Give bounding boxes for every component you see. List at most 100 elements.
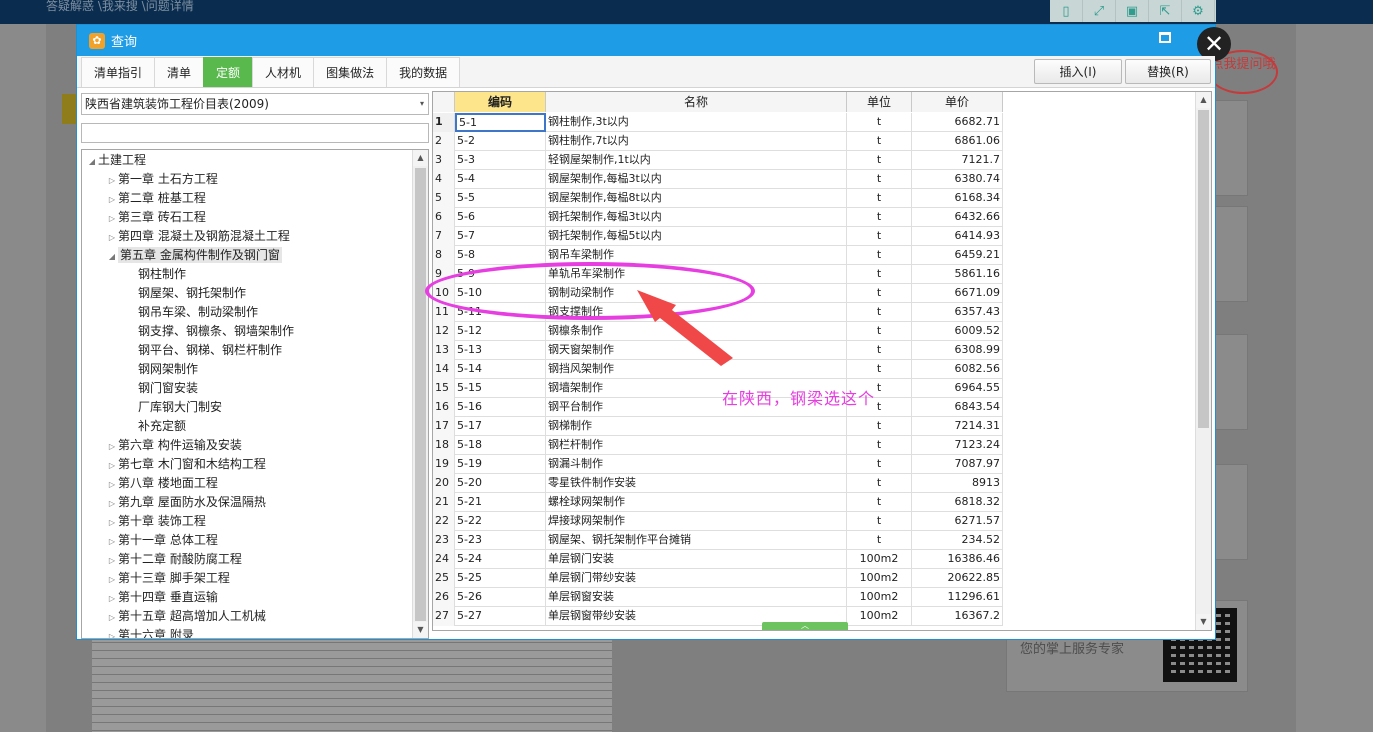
table-row[interactable]: 27 5-27 单层钢窗带纱安装 100m2 16367.2 — [433, 607, 1003, 626]
cell-price[interactable]: 11296.61 — [912, 588, 1003, 607]
table-row[interactable]: 12 5-12 钢檩条制作 t 6009.52 — [433, 322, 1003, 341]
collapsed-arrow-icon[interactable]: ▷ — [106, 475, 118, 494]
tree-item[interactable]: ▷ 第十五章 超高增加人工机械 — [106, 607, 266, 626]
cell-code[interactable]: 5-4 — [455, 170, 546, 189]
tree-item[interactable]: ▷ 第十一章 总体工程 — [106, 531, 218, 550]
tab-3[interactable]: 定额 — [203, 57, 254, 87]
header-name[interactable]: 名称 — [546, 92, 847, 112]
tree-item[interactable]: 钢柱制作 — [126, 265, 186, 284]
cell-code[interactable]: 5-23 — [455, 531, 546, 550]
cell-unit[interactable]: t — [847, 189, 912, 208]
cell-price[interactable]: 6271.57 — [912, 512, 1003, 531]
cell-price[interactable]: 6414.93 — [912, 227, 1003, 246]
cell-code[interactable]: 5-19 — [455, 455, 546, 474]
maximize-icon[interactable] — [1159, 32, 1171, 43]
cell-name[interactable]: 钢栏杆制作 — [546, 436, 847, 455]
cell-unit[interactable]: t — [847, 132, 912, 151]
cell-unit[interactable]: t — [847, 265, 912, 284]
cell-name[interactable]: 钢托架制作,每榀5t以内 — [546, 227, 847, 246]
table-row[interactable]: 14 5-14 钢挡风架制作 t 6082.56 — [433, 360, 1003, 379]
cell-code[interactable]: 5-7 — [455, 227, 546, 246]
insert-button[interactable]: 插入(I) — [1034, 59, 1122, 84]
table-row[interactable]: 1 5-1 钢柱制作,3t以内 t 6682.71 — [433, 113, 1003, 132]
table-row[interactable]: 15 5-15 钢墙架制作 t 6964.55 — [433, 379, 1003, 398]
cell-code[interactable]: 5-3 — [455, 151, 546, 170]
collapsed-arrow-icon[interactable]: ▷ — [106, 589, 118, 608]
header-code[interactable]: 编码 — [455, 92, 546, 112]
cell-price[interactable]: 16367.2 — [912, 607, 1003, 626]
collapse-handle[interactable]: ︿ — [762, 622, 848, 630]
cell-code[interactable]: 5-6 — [455, 208, 546, 227]
table-row[interactable]: 22 5-22 焊接球网架制作 t 6271.57 — [433, 512, 1003, 531]
expanded-arrow-icon[interactable]: ◢ — [86, 152, 98, 171]
save-icon[interactable]: ▣ — [1116, 0, 1149, 22]
cell-price[interactable]: 7123.24 — [912, 436, 1003, 455]
table-row[interactable]: 19 5-19 钢漏斗制作 t 7087.97 — [433, 455, 1003, 474]
collapsed-arrow-icon[interactable]: ▷ — [106, 437, 118, 456]
table-row[interactable]: 3 5-3 轻钢屋架制作,1t以内 t 7121.7 — [433, 151, 1003, 170]
tree-item[interactable]: ▷ 第十章 装饰工程 — [106, 512, 206, 531]
cell-price[interactable]: 6357.43 — [912, 303, 1003, 322]
tree-item[interactable]: 钢支撑、钢檩条、钢墙架制作 — [126, 322, 294, 341]
cell-code[interactable]: 5-25 — [455, 569, 546, 588]
cell-unit[interactable]: t — [847, 227, 912, 246]
table-row[interactable]: 25 5-25 单层钢门带纱安装 100m2 20622.85 — [433, 569, 1003, 588]
share-icon[interactable]: ⇱ — [1149, 0, 1182, 22]
table-row[interactable]: 6 5-6 钢托架制作,每榀3t以内 t 6432.66 — [433, 208, 1003, 227]
tree-scrollbar[interactable]: ▲ ▼ — [412, 150, 428, 638]
tree-item[interactable]: ▷ 第十三章 脚手架工程 — [106, 569, 230, 588]
cell-price[interactable]: 6380.74 — [912, 170, 1003, 189]
table-row[interactable]: 20 5-20 零星铁件制作安装 t 8913 — [433, 474, 1003, 493]
tree-item[interactable]: ▷ 第一章 土石方工程 — [106, 170, 218, 189]
cell-price[interactable]: 5861.16 — [912, 265, 1003, 284]
table-row[interactable]: 7 5-7 钢托架制作,每榀5t以内 t 6414.93 — [433, 227, 1003, 246]
collapsed-arrow-icon[interactable]: ▷ — [106, 209, 118, 228]
tree-item[interactable]: ▷ 第四章 混凝土及钢筋混凝土工程 — [106, 227, 290, 246]
tree-item[interactable]: 钢吊车梁、制动梁制作 — [126, 303, 258, 322]
header-unit[interactable]: 单位 — [847, 92, 912, 112]
cell-unit[interactable]: t — [847, 303, 912, 322]
table-row[interactable]: 13 5-13 钢天窗架制作 t 6308.99 — [433, 341, 1003, 360]
collapsed-arrow-icon[interactable]: ▷ — [106, 494, 118, 513]
cell-code[interactable]: 5-20 — [455, 474, 546, 493]
filter-input[interactable] — [81, 123, 429, 143]
tree-item[interactable]: ▷ 第十二章 耐酸防腐工程 — [106, 550, 242, 569]
cell-price[interactable]: 6168.34 — [912, 189, 1003, 208]
cell-unit[interactable]: 100m2 — [847, 588, 912, 607]
scroll-up-icon[interactable]: ▲ — [1196, 92, 1211, 108]
cell-code[interactable]: 5-27 — [455, 607, 546, 626]
collapsed-arrow-icon[interactable]: ▷ — [106, 608, 118, 627]
cell-price[interactable]: 20622.85 — [912, 569, 1003, 588]
tree-item[interactable]: ▷ 第七章 木门窗和木结构工程 — [106, 455, 266, 474]
cell-code[interactable]: 5-1 — [455, 113, 546, 132]
scroll-down-icon[interactable]: ▼ — [1196, 614, 1211, 630]
table-row[interactable]: 8 5-8 钢吊车梁制作 t 6459.21 — [433, 246, 1003, 265]
cell-unit[interactable]: t — [847, 512, 912, 531]
cell-unit[interactable]: t — [847, 531, 912, 550]
cell-code[interactable]: 5-17 — [455, 417, 546, 436]
cell-code[interactable]: 5-24 — [455, 550, 546, 569]
cell-unit[interactable]: t — [847, 151, 912, 170]
cell-name[interactable]: 钢梯制作 — [546, 417, 847, 436]
cell-name[interactable]: 钢柱制作,3t以内 — [546, 113, 847, 132]
table-row[interactable]: 18 5-18 钢栏杆制作 t 7123.24 — [433, 436, 1003, 455]
scroll-down-icon[interactable]: ▼ — [413, 622, 428, 638]
cell-code[interactable]: 5-5 — [455, 189, 546, 208]
tree-item[interactable]: 补充定额 — [126, 417, 186, 436]
tree-item[interactable]: 钢网架制作 — [126, 360, 198, 379]
cell-unit[interactable]: t — [847, 493, 912, 512]
cell-name[interactable]: 钢漏斗制作 — [546, 455, 847, 474]
scroll-up-icon[interactable]: ▲ — [413, 150, 428, 166]
cell-code[interactable]: 5-16 — [455, 398, 546, 417]
cell-unit[interactable]: t — [847, 341, 912, 360]
tab-5[interactable]: 图集做法 — [313, 57, 388, 87]
cell-price[interactable]: 8913 — [912, 474, 1003, 493]
collapsed-arrow-icon[interactable]: ▷ — [106, 570, 118, 589]
cell-name[interactable]: 钢天窗架制作 — [546, 341, 847, 360]
cell-name[interactable]: 单层钢门安装 — [546, 550, 847, 569]
tree-item[interactable]: ▷ 第三章 砖石工程 — [106, 208, 206, 227]
cell-price[interactable]: 6682.71 — [912, 113, 1003, 132]
table-row[interactable]: 4 5-4 钢屋架制作,每榀3t以内 t 6380.74 — [433, 170, 1003, 189]
tree-item[interactable]: ▷ 第十六章 附录 — [106, 626, 194, 638]
tree-item[interactable]: ▷ 第十四章 垂直运输 — [106, 588, 218, 607]
